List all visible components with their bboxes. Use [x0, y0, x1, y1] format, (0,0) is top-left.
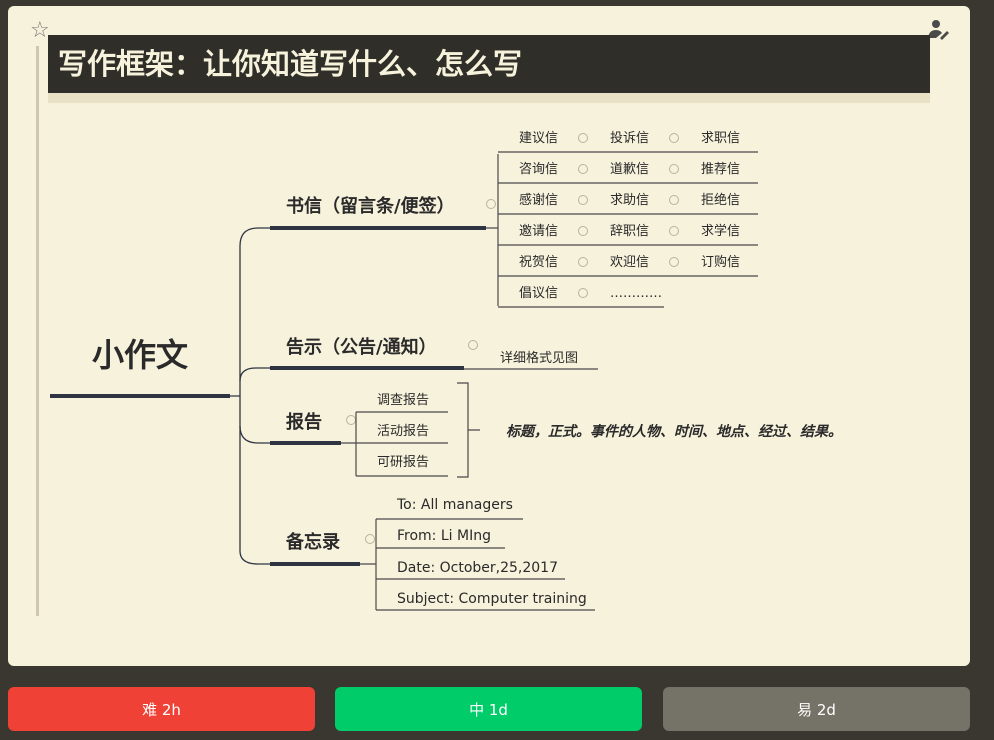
branch-letter: 书信（留言条/便签） — [286, 195, 455, 217]
collapse-icon — [669, 226, 679, 236]
report-note: 标题，正式。事件的人物、时间、地点、经过、结果。 — [506, 423, 842, 440]
letter-type: 欢迎信 — [610, 255, 649, 270]
easy-button[interactable]: 易 2d — [663, 687, 970, 731]
report-item: 活动报告 — [377, 424, 429, 439]
collapse-icon — [578, 195, 588, 205]
collapse-icon — [578, 226, 588, 236]
collapse-icon — [578, 133, 588, 143]
notice-detail: 详细格式见图 — [500, 350, 578, 366]
letter-type: 邀请信 — [519, 224, 558, 239]
collapse-icon — [669, 257, 679, 267]
letter-type: 祝贺信 — [519, 255, 558, 270]
letter-type: 拒绝信 — [701, 192, 740, 208]
report-item: 调查报告 — [377, 393, 429, 408]
collapse-icon — [578, 257, 588, 267]
hard-button[interactable]: 难 2h — [8, 687, 315, 731]
letter-type: 建议信 — [519, 131, 558, 146]
flashcard: ☆ 写作框架：让你知道写什么、怎么写 小作文 书信（留言条/便签） 告示（公告/… — [8, 6, 970, 666]
letter-type: 求助信 — [610, 193, 649, 208]
letter-type: 道歉信 — [610, 162, 649, 177]
letter-type: 投诉信 — [610, 130, 649, 146]
mind-map: 小作文 书信（留言条/便签） 告示（公告/通知） 详细格式见图 报告 调查报告 … — [50, 130, 842, 611]
letter-type: 感谢信 — [519, 192, 558, 208]
memo-item: From: Li MIng — [397, 528, 491, 544]
letter-type: 倡议信 — [519, 286, 558, 301]
letter-type: 订购信 — [701, 254, 740, 270]
branch-report: 报告 — [286, 411, 322, 433]
memo-item: To: All managers — [396, 497, 513, 513]
letter-type: 咨询信 — [519, 162, 558, 177]
letter-type: ………… — [610, 286, 662, 301]
collapse-icon — [669, 195, 679, 205]
letter-type: 辞职信 — [610, 224, 649, 239]
mindmap-root: 小作文 — [92, 336, 188, 374]
medium-button[interactable]: 中 1d — [335, 687, 642, 731]
letter-type: 推荐信 — [701, 162, 740, 177]
collapse-icon — [669, 133, 679, 143]
collapse-icon — [578, 164, 588, 174]
branch-notice: 告示（公告/通知） — [286, 336, 437, 358]
collapse-icon — [669, 164, 679, 174]
letter-grid: 建议信 投诉信 求职信咨询信 道歉信 推荐信感谢信 求助信 拒绝信邀请信 辞职信 求学信祝贺信 欢… — [498, 130, 758, 308]
memo-item: Subject: Computer training — [397, 591, 587, 607]
letter-type: 求学信 — [701, 223, 740, 239]
letter-type: 求职信 — [701, 131, 740, 146]
branch-memo: 备忘录 — [285, 531, 340, 553]
collapse-icon — [578, 288, 588, 298]
memo-item: Date: October,25,2017 — [397, 560, 558, 576]
report-item: 可研报告 — [377, 455, 429, 470]
